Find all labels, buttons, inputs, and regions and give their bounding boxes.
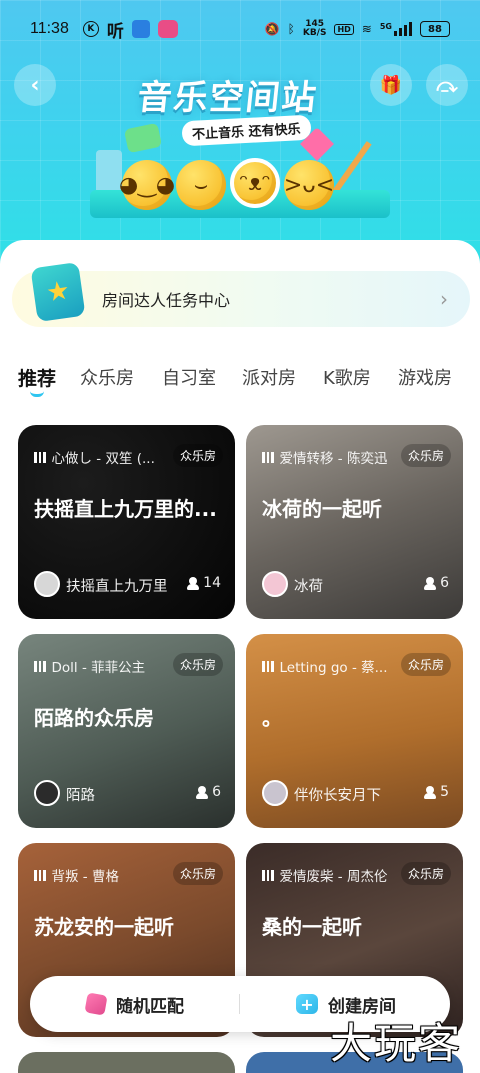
chevron-left-icon: ‹ — [30, 72, 40, 98]
music-bars-icon — [34, 451, 46, 463]
music-bars-icon — [34, 660, 46, 672]
room-type-badge: 众乐房 — [400, 444, 451, 467]
gift-button[interactable]: 🎁 — [370, 64, 412, 106]
battery-icon: 88 — [420, 21, 450, 37]
room-card[interactable]: 爱情转移 - 陈奕迅 众乐房 冰荷的一起听 冰荷 6 — [246, 425, 463, 619]
room-owner: 冰荷 — [294, 579, 323, 595]
net-speed: 145 KB/S — [302, 19, 327, 38]
music-bars-icon — [262, 869, 274, 881]
chevron-right-icon: › — [440, 287, 448, 311]
gift-icon: 🎁 — [379, 74, 403, 96]
listener-count: 14 — [187, 575, 221, 591]
room-song: 心做し - 双笙 (... — [34, 447, 155, 467]
headphone-emoji-illustration: ᵔᴥᵔ — [230, 158, 280, 208]
room-type-badge: 众乐房 — [172, 444, 223, 467]
room-song: 背叛 - 曹格 — [34, 865, 119, 885]
room-name: 冰荷的一起听 — [262, 497, 382, 521]
ting-app-icon: 听 — [106, 21, 124, 42]
room-card[interactable]: 心做し - 双笙 (... 众乐房 扶摇直上九万里的... 扶摇直上九万里 14 — [18, 425, 235, 619]
person-icon — [424, 785, 437, 799]
person-icon — [424, 576, 437, 590]
owner-avatar — [34, 780, 60, 806]
room-type-badge: 众乐房 — [400, 862, 451, 885]
mute-bell-icon: 🔕 — [264, 22, 280, 36]
tab-study-room[interactable]: 自习室 — [162, 364, 216, 390]
room-song: 爱情转移 - 陈奕迅 — [262, 447, 387, 467]
grin-emoji-illustration: ⌣ — [176, 160, 226, 210]
room-song: 爱情废柴 - 周杰伦 — [262, 865, 387, 885]
room-name: 陌路的众乐房 — [34, 706, 154, 730]
wifi-icon: ≋ — [361, 22, 372, 36]
status-right-icons: 🔕 ᛒ 145 KB/S HD ≋ 5G 88 — [265, 20, 450, 38]
smile-emoji-illustration: ◕‿◕ — [119, 160, 175, 210]
tab-party-room[interactable]: 派对房 — [242, 364, 296, 390]
room-name: 苏龙安的一起听 — [34, 915, 174, 939]
task-center-banner[interactable]: ★ 房间达人任务中心 › — [12, 261, 470, 327]
room-card[interactable]: Doll - 菲菲公主 众乐房 陌路的众乐房 陌路 6 — [18, 634, 235, 828]
tab-game-room[interactable]: 游戏房 — [398, 364, 452, 390]
music-bars-icon — [262, 451, 274, 463]
status-time: 11:38 — [30, 20, 69, 37]
listener-count: 6 — [424, 575, 449, 591]
hd-icon: HD — [334, 23, 354, 35]
app2-notification-icon — [157, 20, 178, 38]
k-app-icon: K — [82, 21, 99, 37]
room-name: 扶摇直上九万里的... — [34, 497, 217, 521]
listener-count: 6 — [196, 784, 221, 800]
room-name: 。 — [262, 706, 282, 730]
room-song: Doll - 菲菲公主 — [34, 656, 145, 676]
share-icon: ⤼ — [436, 73, 458, 97]
plus-icon: + — [296, 994, 318, 1014]
back-button[interactable]: ‹ — [14, 64, 56, 106]
owner-avatar — [262, 571, 288, 597]
room-category-tabs: 推荐 众乐房 自习室 派对房 K歌房 游戏房 — [18, 360, 478, 400]
room-card[interactable]: Letting go - 蔡... 众乐房 。 伴你长安月下 5 — [246, 634, 463, 828]
hero-banner: 11:38 K 听 🔕 ᛒ 145KB/S HD ≋ 5G 88 ‹ 🎁 ⤼ — [0, 0, 480, 270]
dice-icon — [84, 992, 108, 1016]
watermark: 大玩客 — [330, 1019, 463, 1068]
app-notification-icon — [131, 20, 150, 38]
room-owner: 伴你长安月下 — [294, 788, 381, 804]
room-type-badge: 众乐房 — [172, 862, 223, 885]
status-notification-icons: K 听 — [82, 17, 178, 42]
person-icon — [196, 785, 209, 799]
tab-recommend[interactable]: 推荐 — [18, 364, 56, 391]
bluetooth-icon: ᛒ — [287, 22, 295, 36]
owner-avatar — [262, 780, 288, 806]
room-owner: 扶摇直上九万里 — [66, 579, 168, 595]
room-song: Letting go - 蔡... — [262, 656, 388, 676]
tab-karaoke-room[interactable]: K歌房 — [323, 364, 371, 390]
person-icon — [187, 576, 200, 590]
divider — [239, 994, 240, 1014]
laugh-emoji-illustration: >ᴗ< — [284, 160, 334, 210]
room-type-badge: 众乐房 — [400, 653, 451, 676]
star-icon: ★ — [44, 275, 72, 309]
task-center-label: 房间达人任务中心 — [102, 291, 231, 310]
status-bar: 11:38 K 听 🔕 ᛒ 145 KB/S HD ≋ 5G 88 — [0, 0, 480, 58]
signal-icon: 5G — [380, 22, 412, 36]
random-match-label: 随机匹配 — [116, 996, 184, 1017]
page-title: 音乐空间站 — [135, 78, 320, 118]
room-card[interactable] — [18, 1052, 235, 1073]
active-tab-indicator — [30, 391, 44, 397]
music-bars-icon — [262, 660, 274, 672]
owner-avatar — [34, 571, 60, 597]
share-button[interactable]: ⤼ — [426, 64, 468, 106]
room-name: 桑的一起听 — [262, 915, 362, 939]
listener-count: 5 — [424, 784, 449, 800]
room-type-badge: 众乐房 — [172, 653, 223, 676]
music-bars-icon — [34, 869, 46, 881]
trophy-card-icon: ★ — [30, 261, 86, 323]
tab-group-listen[interactable]: 众乐房 — [80, 364, 134, 390]
random-match-button[interactable]: 随机匹配 — [84, 976, 184, 1032]
room-owner: 陌路 — [66, 788, 95, 804]
